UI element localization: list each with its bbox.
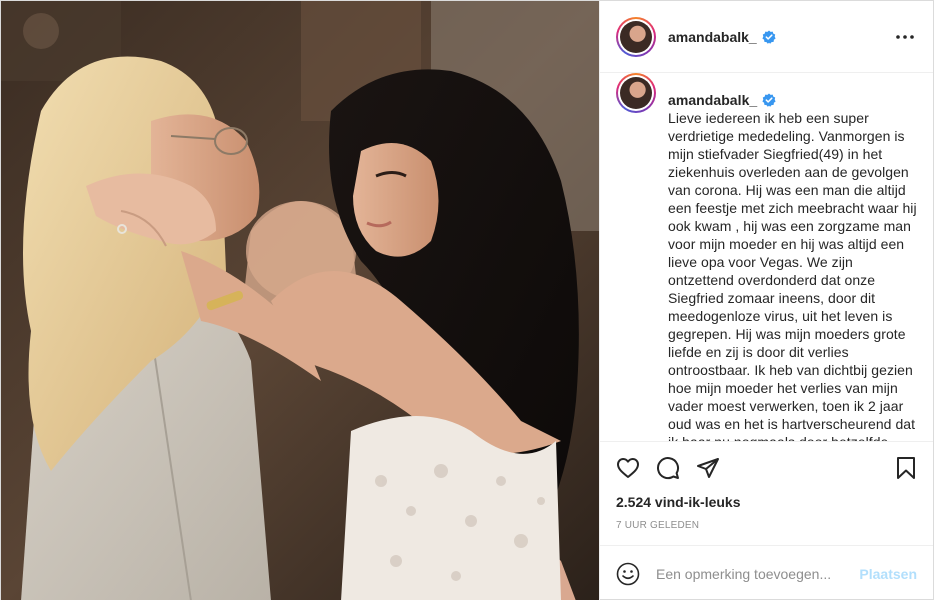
verified-badge-icon	[762, 30, 776, 44]
caption-verified-badge-icon	[762, 93, 776, 107]
likes-count[interactable]: 2.524 vind-ik-leuks	[616, 494, 917, 510]
instagram-post: amandabalk_ amandabalk_ Lieve iedereen i…	[0, 0, 934, 600]
action-icons	[616, 448, 917, 488]
more-options-icon[interactable]	[893, 25, 917, 49]
share-icon[interactable]	[696, 448, 736, 488]
post-side-panel: amandabalk_ amandabalk_ Lieve iedereen i…	[599, 1, 933, 600]
post-actions: 2.524 vind-ik-leuks 7 UUR GELEDEN	[600, 441, 933, 545]
avatar-image	[620, 20, 652, 53]
avatar[interactable]	[616, 16, 656, 57]
post-comment-button[interactable]: Plaatsen	[859, 566, 917, 582]
header-username[interactable]: amandabalk_	[668, 29, 757, 45]
comment-icon[interactable]	[656, 448, 696, 488]
bookmark-icon[interactable]	[877, 448, 917, 488]
post-photo-illustration	[1, 1, 599, 600]
comment-form: Plaatsen	[600, 545, 933, 600]
emoji-icon[interactable]	[616, 562, 640, 586]
caption-avatar-image	[620, 77, 652, 109]
heart-icon[interactable]	[616, 448, 656, 488]
comments-area[interactable]: amandabalk_ Lieve iedereen ik heb een su…	[600, 73, 933, 441]
post-header: amandabalk_	[600, 1, 933, 73]
caption-username[interactable]: amandabalk_	[668, 92, 757, 108]
caption: amandabalk_ Lieve iedereen ik heb een su…	[616, 73, 917, 441]
post-timestamp[interactable]: 7 UUR GELEDEN	[616, 520, 917, 531]
caption-body: Lieve iedereen ik heb een super verdriet…	[668, 110, 917, 441]
comment-input[interactable]	[656, 565, 852, 582]
caption-avatar[interactable]	[616, 73, 656, 113]
caption-text: amandabalk_ Lieve iedereen ik heb een su…	[668, 73, 917, 441]
post-photo[interactable]	[1, 1, 599, 600]
